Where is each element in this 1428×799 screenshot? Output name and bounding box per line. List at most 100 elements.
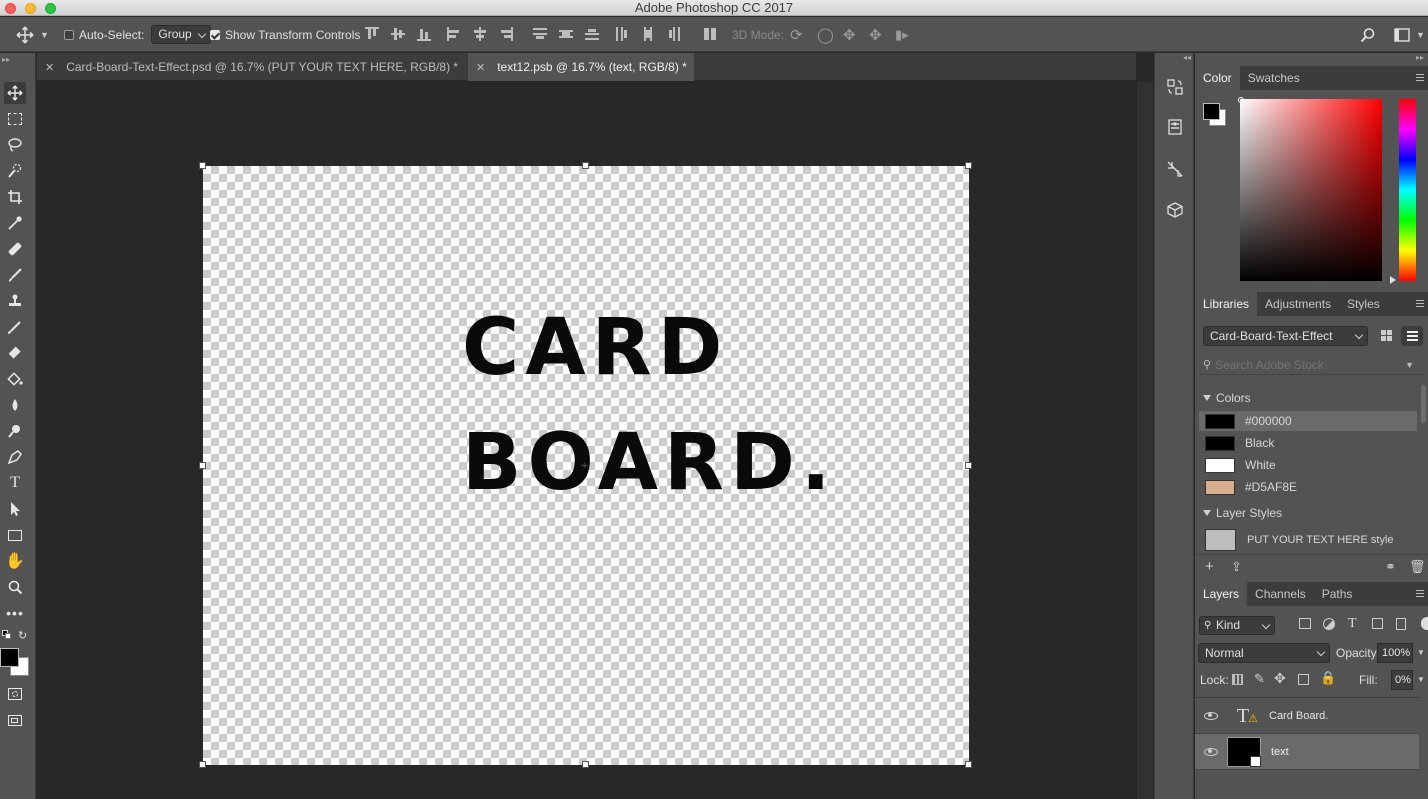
lock-position-icon[interactable]: ✥ xyxy=(1274,670,1286,687)
distribute-left-edges-icon[interactable] xyxy=(615,27,629,41)
close-window-button[interactable] xyxy=(5,3,16,14)
tab-styles[interactable]: Styles xyxy=(1339,292,1388,316)
transform-handle-bottom[interactable] xyxy=(582,761,589,768)
eyedropper-tool-icon[interactable] xyxy=(4,212,26,234)
list-view-icon[interactable] xyxy=(1401,326,1423,346)
transform-handle-top-left[interactable] xyxy=(199,162,206,169)
chevron-down-icon[interactable]: ▼ xyxy=(1417,675,1425,684)
healing-brush-tool-icon[interactable] xyxy=(4,238,26,260)
blur-tool-icon[interactable] xyxy=(4,394,26,416)
align-top-edges-icon[interactable] xyxy=(365,27,379,41)
tab-channels[interactable]: Channels xyxy=(1247,582,1314,606)
filter-type-icon[interactable]: T xyxy=(1348,616,1357,632)
3d-roll-icon[interactable]: ◯ xyxy=(817,17,834,52)
move-tool-preset-picker[interactable]: ▼ xyxy=(16,17,49,52)
tab-adjustments[interactable]: Adjustments xyxy=(1257,292,1339,316)
quick-selection-tool-icon[interactable] xyxy=(4,160,26,182)
library-color-item[interactable]: #D5AF8E xyxy=(1205,477,1419,497)
hue-slider[interactable] xyxy=(1399,99,1416,281)
auto-select-dropdown[interactable]: Group xyxy=(151,25,211,44)
minimize-window-button[interactable] xyxy=(25,3,36,14)
panel-menu-icon[interactable] xyxy=(1416,590,1424,597)
3d-orbit-icon[interactable]: ⟳ xyxy=(790,17,803,52)
filter-smart-object-icon[interactable] xyxy=(1396,618,1406,630)
collapse-arrows-icon[interactable]: ◂◂ xyxy=(1183,53,1191,62)
libraries-scrollbar[interactable] xyxy=(1421,385,1426,423)
crop-tool-icon[interactable] xyxy=(4,186,26,208)
stock-search-box[interactable]: ⚲ ▼ xyxy=(1199,355,1423,375)
transform-handle-bottom-left[interactable] xyxy=(199,761,206,768)
3d-panel-icon[interactable] xyxy=(1163,198,1187,222)
glyphs-panel-icon[interactable] xyxy=(1163,157,1187,181)
distribute-bottom-edges-icon[interactable] xyxy=(585,27,599,41)
creative-cloud-icon[interactable]: ⚭ xyxy=(1385,559,1396,575)
align-bottom-edges-icon[interactable] xyxy=(417,27,431,41)
distribute-horizontal-centers-icon[interactable] xyxy=(641,27,655,41)
history-brush-tool-icon[interactable] xyxy=(4,316,26,338)
align-horizontal-centers-icon[interactable] xyxy=(473,27,487,41)
distribute-vertical-centers-icon[interactable] xyxy=(559,27,573,41)
zoom-tool-icon[interactable] xyxy=(4,576,26,598)
foreground-color-chip[interactable] xyxy=(1203,103,1220,120)
color-picker-cursor[interactable] xyxy=(1238,97,1244,103)
layer-row-text[interactable]: text xyxy=(1195,734,1419,770)
colors-section-header[interactable]: Colors xyxy=(1203,391,1251,405)
hue-slider-handle[interactable] xyxy=(1390,276,1396,284)
brush-tool-icon[interactable] xyxy=(4,264,26,286)
auto-align-layers-icon[interactable] xyxy=(703,27,717,41)
tab-paths[interactable]: Paths xyxy=(1314,582,1361,606)
layer-styles-section-header[interactable]: Layer Styles xyxy=(1203,506,1282,520)
distribute-right-edges-icon[interactable] xyxy=(667,27,681,41)
library-color-item[interactable]: Black xyxy=(1205,433,1419,453)
layer-name[interactable]: text xyxy=(1271,746,1289,758)
document-canvas[interactable]: CARD BOARD. ⌖ xyxy=(203,166,969,765)
pen-tool-icon[interactable] xyxy=(4,446,26,468)
align-right-edges-icon[interactable] xyxy=(499,27,513,41)
type-tool-icon[interactable]: T xyxy=(4,472,26,494)
collapse-arrows-icon[interactable]: ▸▸ xyxy=(2,55,10,64)
3d-scale-icon[interactable]: ▮▸ xyxy=(895,17,909,52)
rectangle-tool-icon[interactable] xyxy=(4,524,26,546)
stock-search-input[interactable] xyxy=(1215,357,1406,372)
library-color-item[interactable]: White xyxy=(1205,455,1419,475)
layer-row-card-board[interactable]: T ⚠ Card Board. xyxy=(1195,698,1419,734)
trash-icon[interactable]: 🗑 xyxy=(1409,559,1426,575)
lock-pixels-icon[interactable]: ✎ xyxy=(1254,671,1265,687)
chevron-down-icon[interactable]: ▼ xyxy=(1417,648,1425,657)
opacity-input[interactable]: 100% xyxy=(1377,643,1413,663)
dodge-tool-icon[interactable] xyxy=(4,420,26,442)
filter-shape-icon[interactable] xyxy=(1372,618,1383,629)
lock-artboard-icon[interactable] xyxy=(1298,674,1309,685)
quick-mask-icon[interactable] xyxy=(4,683,26,705)
filter-pixel-icon[interactable] xyxy=(1299,618,1311,629)
document-tab-card-board[interactable]: ✕ Card-Board-Text-Effect.psd @ 16.7% (PU… xyxy=(37,53,466,81)
panel-menu-icon[interactable] xyxy=(1416,74,1424,81)
marquee-tool-icon[interactable] xyxy=(4,108,26,130)
auto-select-checkbox[interactable] xyxy=(64,29,74,40)
layer-filter-select[interactable]: ⚲ Kind xyxy=(1199,616,1275,635)
filter-adjustment-icon[interactable] xyxy=(1323,618,1335,630)
fill-input[interactable]: 0% xyxy=(1391,670,1413,690)
transform-handle-top-right[interactable] xyxy=(965,162,972,169)
align-vertical-centers-icon[interactable] xyxy=(391,27,405,41)
collapse-arrows-icon[interactable]: ▸▸ xyxy=(1416,53,1424,62)
layer-name[interactable]: Card Board. xyxy=(1269,710,1328,722)
eye-icon[interactable] xyxy=(1204,711,1218,720)
foreground-color-swatch[interactable] xyxy=(0,648,19,667)
document-tab-text12[interactable]: ✕ text12.psb @ 16.7% (text, RGB/8) * xyxy=(468,53,694,81)
path-selection-tool-icon[interactable] xyxy=(4,498,26,520)
3d-pan-icon[interactable]: ✥ xyxy=(843,17,856,52)
close-tab-icon[interactable]: ✕ xyxy=(45,61,54,74)
move-tool-icon[interactable] xyxy=(4,82,26,104)
add-content-icon[interactable]: + xyxy=(1205,558,1214,575)
transform-handle-left[interactable] xyxy=(199,462,206,469)
paint-bucket-tool-icon[interactable] xyxy=(4,368,26,390)
transform-handle-bottom-right[interactable] xyxy=(965,761,972,768)
library-select[interactable]: Card-Board-Text-Effect xyxy=(1203,326,1368,346)
lasso-tool-icon[interactable] xyxy=(4,134,26,156)
lock-all-icon[interactable]: 🔒 xyxy=(1320,670,1336,686)
zoom-window-button[interactable] xyxy=(45,3,56,14)
3d-slide-icon[interactable]: ✥ xyxy=(869,17,882,52)
workspace-switcher-icon[interactable]: ▼ xyxy=(1394,17,1425,52)
upload-icon[interactable]: ⇪ xyxy=(1231,559,1242,575)
